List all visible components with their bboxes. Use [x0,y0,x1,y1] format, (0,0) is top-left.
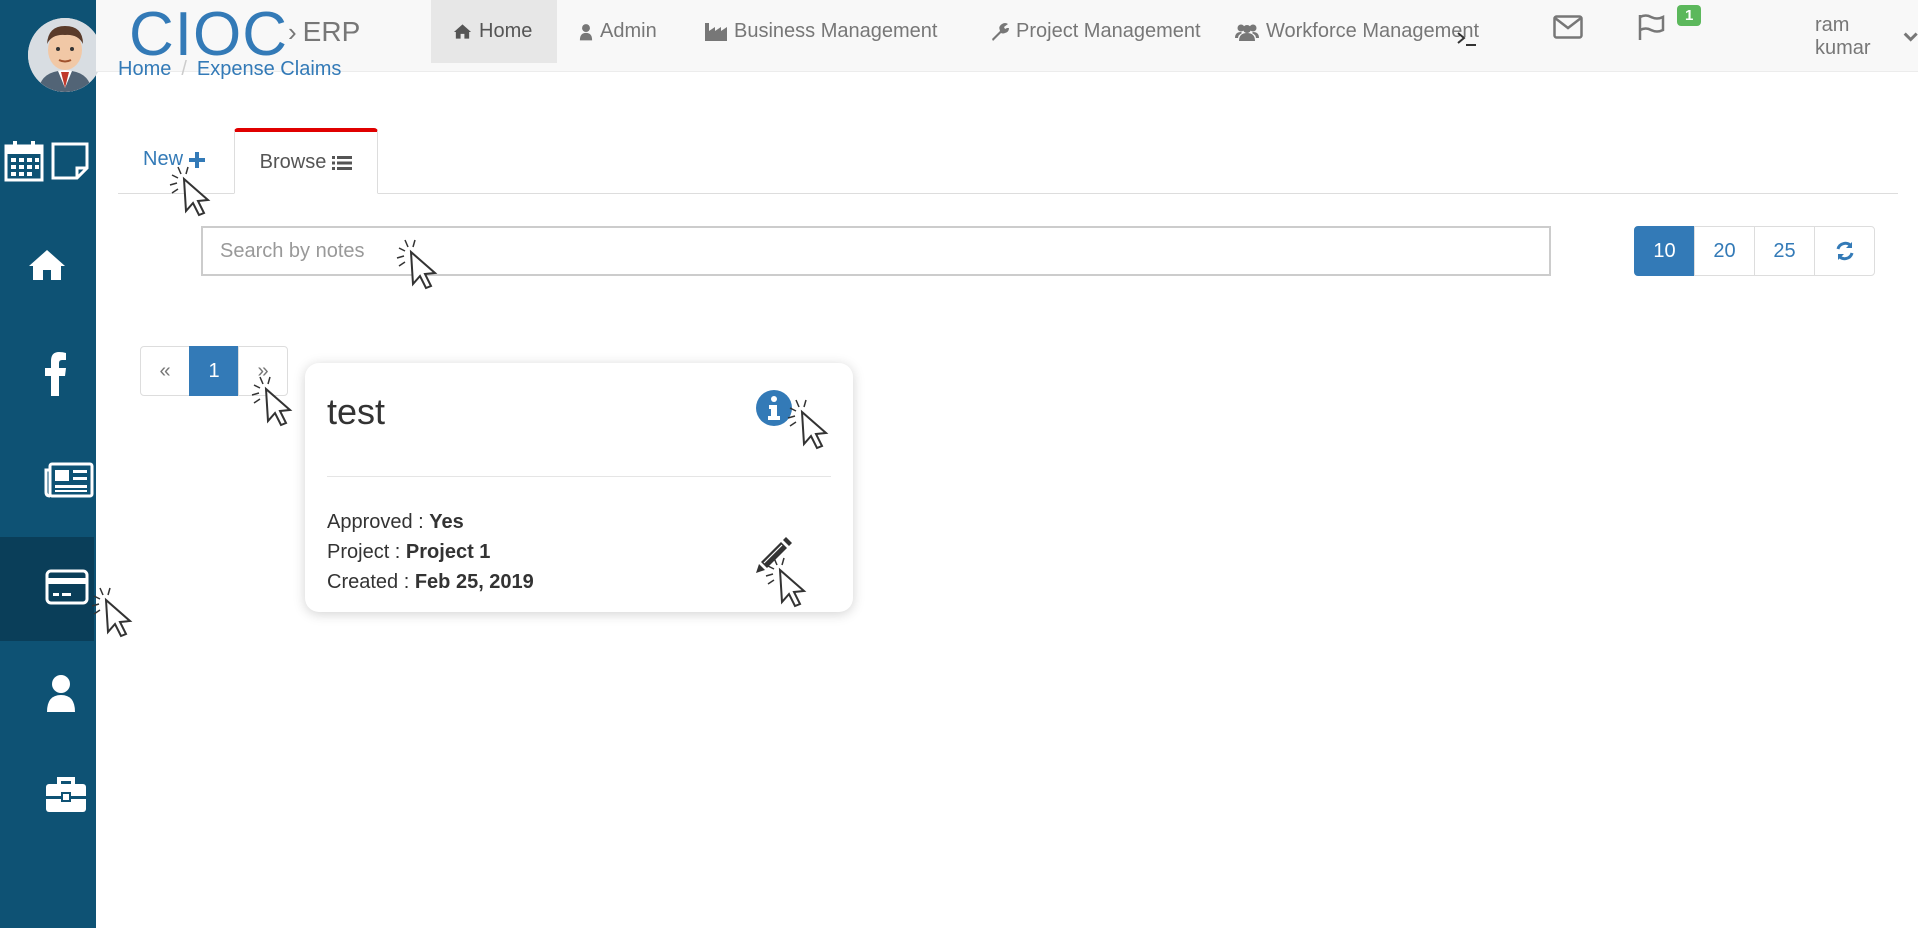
nav-home-label: Home [479,20,533,42]
page-size-10[interactable]: 10 [1634,226,1695,276]
nav-project-management[interactable]: Project Management [968,0,1223,63]
nav-admin[interactable]: Admin [557,0,679,63]
chevron-down-icon [1903,32,1918,42]
avatar[interactable] [28,18,102,92]
nav-workforce-management-label: Workforce Management [1266,20,1480,42]
industry-icon [705,23,727,41]
nav-home[interactable]: Home [431,0,557,63]
brand-subtitle-text: ERP [302,16,361,47]
page-size-group: 10 20 25 [1634,226,1875,276]
tabs-divider [118,193,1898,194]
card-approved: Approved : Yes [327,511,464,534]
nav-admin-label: Admin [600,20,657,42]
envelope-icon[interactable] [1553,15,1583,39]
terminal-icon[interactable] [1456,30,1478,48]
newspaper-icon[interactable] [44,462,94,498]
users-icon [1235,24,1259,41]
click-cursor-icon [168,165,220,217]
sidebar [0,0,102,928]
mail-count-badge: 1 [1677,5,1702,26]
user-menu[interactable]: ram kumar [1815,14,1918,60]
project-value: Project 1 [405,541,491,563]
nav-business-management[interactable]: Business Management [683,0,959,63]
card-divider [327,476,831,477]
calendar-icon[interactable] [4,140,44,182]
approved-label: Approved : [327,511,430,533]
card-project: Project : Project 1 [327,541,490,564]
breadcrumb-separator: / [181,58,187,80]
brand-subtitle: › ERP [288,16,360,48]
click-cursor-icon [395,238,447,290]
click-cursor-icon [786,398,838,450]
refresh-icon [1836,241,1853,261]
flag-icon[interactable] [1637,14,1665,40]
breadcrumb-current[interactable]: Expense Claims [197,58,342,81]
click-cursor-icon [764,556,816,608]
click-cursor-icon [90,586,142,638]
refresh-button[interactable] [1814,226,1875,276]
nav-project-management-label: Project Management [1016,20,1201,42]
breadcrumb: Home / Expense Claims [118,58,341,81]
top-navbar: CIOC › ERP Home Admin Business Managemen… [96,0,1918,72]
tab-browse[interactable]: Browse [234,128,378,194]
home-icon [453,24,472,39]
card-title: test [327,391,386,432]
user-icon[interactable] [45,674,77,712]
user-name: ram kumar [1815,14,1871,59]
page-size-25[interactable]: 25 [1754,226,1815,276]
page-size-20[interactable]: 20 [1694,226,1755,276]
credit-card-icon[interactable] [45,569,89,605]
breadcrumb-home[interactable]: Home [118,58,171,81]
nav-business-management-label: Business Management [734,20,938,42]
facebook-icon[interactable] [43,352,67,396]
tab-browse-label: Browse [259,151,327,173]
card-created: Created : Feb 25, 2019 [327,571,534,594]
sticky-note-icon[interactable] [51,142,89,180]
chevron-right-icon: › [288,16,297,47]
project-label: Project : [327,541,406,563]
pagination-prev[interactable]: « [140,346,190,396]
user-icon [579,23,593,40]
approved-value: Yes [429,511,464,533]
pagination-page-1[interactable]: 1 [189,346,239,396]
home-icon[interactable] [27,248,67,282]
wrench-icon [992,23,1009,41]
briefcase-icon[interactable] [44,776,88,814]
created-value: Feb 25, 2019 [414,571,534,593]
click-cursor-icon [250,375,302,427]
list-icon [332,155,353,170]
created-label: Created : [327,571,415,593]
